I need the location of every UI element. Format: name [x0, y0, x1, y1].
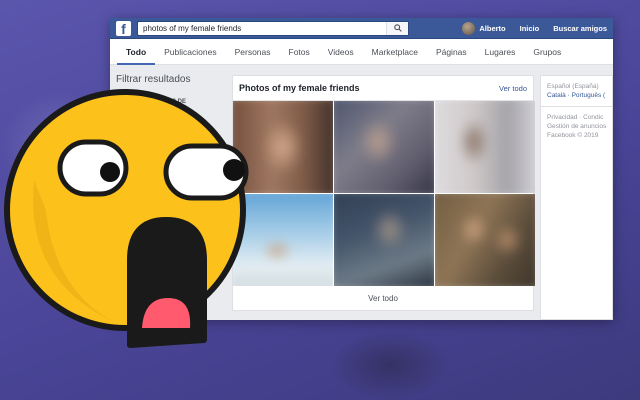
tab-grupos[interactable]: Grupos	[524, 39, 570, 65]
card-title: Photos of my female friends	[239, 83, 360, 93]
tab-paginas[interactable]: Páginas	[427, 39, 476, 65]
shocked-face-emoji	[4, 89, 249, 348]
tab-fotos[interactable]: Fotos	[280, 39, 319, 65]
card-header: Photos of my female friends Ver todo	[233, 76, 533, 101]
language-options[interactable]: Català · Português (	[547, 91, 606, 100]
tab-videos[interactable]: Videos	[319, 39, 363, 65]
avatar	[462, 21, 476, 35]
search-input-value[interactable]: photos of my female friends	[143, 24, 386, 33]
top-bar: f photos of my female friends Alberto In…	[110, 18, 613, 39]
tab-lugares[interactable]: Lugares	[476, 39, 525, 65]
user-profile-link[interactable]: Alberto	[462, 21, 506, 35]
search-icon	[393, 24, 402, 32]
search-button[interactable]	[386, 21, 408, 35]
user-name: Alberto	[479, 23, 506, 33]
photo-thumbnail[interactable]	[435, 101, 535, 193]
right-sidebar: Español (España) Català · Português ( Pr…	[540, 75, 613, 320]
background-blur	[330, 330, 450, 400]
copyright: Facebook © 2019	[547, 132, 599, 139]
current-language: Español (España)	[547, 83, 599, 90]
photo-thumbnail[interactable]	[435, 194, 535, 286]
home-link[interactable]: Inicio	[520, 24, 540, 33]
photo-grid	[233, 101, 535, 286]
find-friends-link[interactable]: Buscar amigos	[553, 24, 607, 33]
search-input[interactable]: photos of my female friends	[137, 20, 409, 36]
facebook-logo[interactable]: f	[116, 20, 131, 36]
tab-marketplace[interactable]: Marketplace	[363, 39, 427, 65]
see-all-link-top[interactable]: Ver todo	[499, 84, 527, 93]
photos-results-card: Photos of my female friends Ver todo Ver…	[232, 75, 535, 311]
see-all-link-bottom[interactable]: Ver todo	[233, 286, 533, 303]
photo-thumbnail[interactable]	[334, 101, 434, 193]
footer-ads-link[interactable]: Gestión de anuncios	[547, 122, 606, 131]
photo-thumbnail[interactable]	[334, 194, 434, 286]
divider	[541, 106, 612, 107]
top-nav: Alberto Inicio Buscar amigos	[462, 21, 607, 35]
footer-links[interactable]: Privacidad · Condic	[547, 113, 606, 122]
